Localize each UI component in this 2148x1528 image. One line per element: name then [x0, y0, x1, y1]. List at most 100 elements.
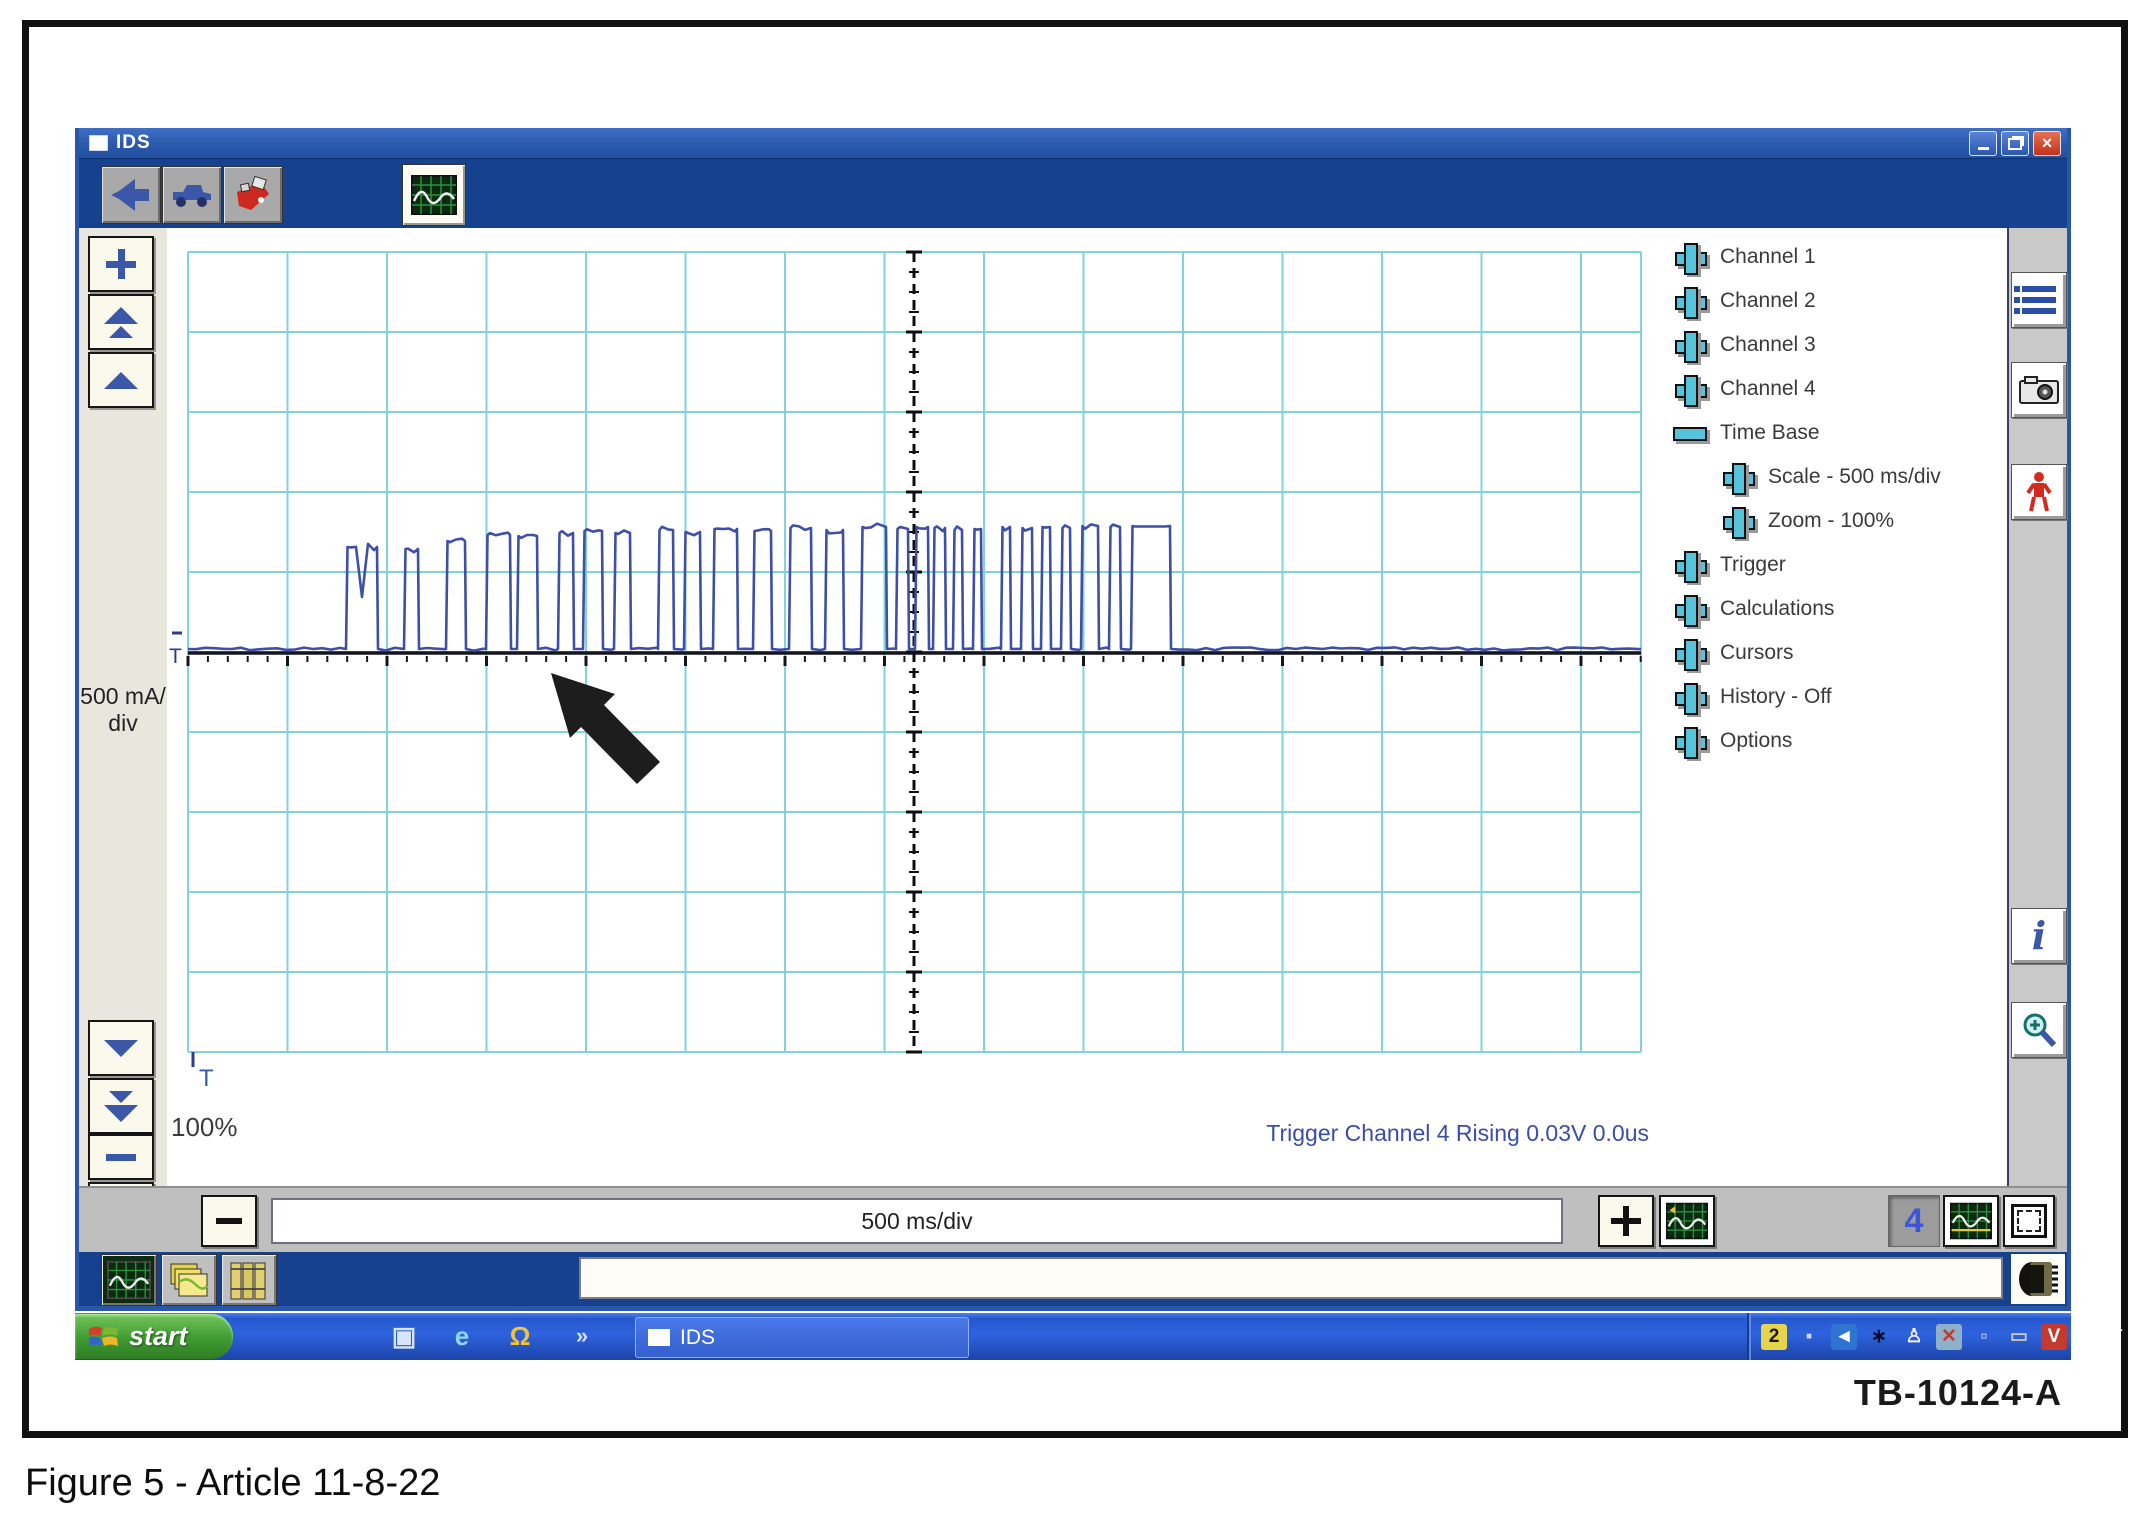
camera-button[interactable] [2011, 362, 2067, 418]
timebase-decrease-button[interactable] [201, 1195, 257, 1247]
chevron-more-icon[interactable]: » [565, 1319, 599, 1353]
start-label: start [129, 1321, 188, 1352]
sidebar-item-time-base[interactable]: Time Base [1673, 417, 2007, 448]
vertical-scale-label: 500 mA/ div [79, 683, 167, 737]
down-arrow-icon [104, 1040, 138, 1057]
ie-icon[interactable]: e [445, 1319, 479, 1353]
minus-icon [216, 1218, 242, 1224]
trigger-status-label: Trigger Channel 4 Rising 0.03V 0.0us [1266, 1120, 1649, 1147]
task-icon [648, 1329, 670, 1346]
sidebar-item-zoom-100[interactable]: Zoom - 100% [1721, 505, 2007, 536]
move-down-button[interactable] [88, 1020, 154, 1076]
svg-text:T: T [199, 1065, 214, 1092]
double-down-arrow-icon [104, 1091, 138, 1122]
toolbox-button[interactable] [223, 166, 283, 224]
sidebar-item-history-off[interactable]: History - Off [1673, 681, 2007, 712]
windows-flag-icon [87, 1321, 121, 1353]
annotation-arrow [551, 673, 660, 784]
expand-icon [1673, 726, 1707, 756]
antivirus-icon[interactable]: V [2041, 1324, 2067, 1350]
page-down-button[interactable] [88, 1078, 154, 1134]
page-up-button[interactable] [88, 294, 154, 350]
updates-icon[interactable]: 2 [1761, 1324, 1787, 1350]
capture-scope-button[interactable] [1659, 1195, 1715, 1247]
vehicle-button[interactable] [162, 166, 222, 224]
books-icon [229, 1259, 269, 1301]
timebase-scale-display: 500 ms/div [271, 1198, 1563, 1244]
zoom-percent-label: 100% [171, 1112, 238, 1143]
back-arrow-icon [109, 177, 153, 213]
sidebar-item-scale-500-ms-div[interactable]: Scale - 500 ms/div [1721, 461, 2007, 492]
top-toolbar [79, 158, 2067, 229]
oscilloscope-icon [1950, 1202, 1992, 1240]
fullscreen-grid-button[interactable] [2003, 1195, 2055, 1247]
expand-icon [1673, 594, 1707, 624]
agent-icon[interactable]: ♙ [1901, 1324, 1927, 1350]
sidebar-item-channel-4[interactable]: Channel 4 [1673, 373, 2007, 404]
oscilloscope-tab-button[interactable] [402, 164, 466, 226]
display-icon[interactable]: ▭ [2006, 1324, 2032, 1350]
expand-icon [1673, 682, 1707, 712]
reference-library-button[interactable] [221, 1254, 277, 1306]
expand-icon [1721, 462, 1755, 492]
sidebar-item-channel-3[interactable]: Channel 3 [1673, 329, 2007, 360]
sidebar-item-calculations[interactable]: Calculations [1673, 593, 2007, 624]
toolbox-icon [231, 174, 275, 216]
channel-scope-button[interactable] [1943, 1195, 1999, 1247]
network-disconnect-icon[interactable]: ✕ [1936, 1324, 1962, 1350]
vcm-device-icon [2016, 1259, 2060, 1299]
taskbar-item-ids[interactable]: IDS [635, 1317, 969, 1358]
person-icon [2026, 471, 2052, 513]
amplitude-increase-button[interactable] [88, 236, 154, 292]
restore-button[interactable] [2001, 131, 2029, 156]
window-title: IDS [116, 132, 151, 154]
sidebar-item-cursors[interactable]: Cursors [1673, 637, 2007, 668]
scope-canvas: TT [167, 228, 1659, 1186]
camera-icon [2019, 375, 2059, 405]
wireless-icon[interactable]: ◄ [1831, 1324, 1857, 1350]
bottom-toolbar [79, 1252, 2067, 1306]
expand-icon [1673, 286, 1707, 316]
oscilloscope-icon [1666, 1202, 1708, 1240]
minus-icon [106, 1154, 136, 1161]
system-tray: 2▪◄∗♙✕▫▭V 2:11 PM [1747, 1313, 2071, 1360]
oscilloscope-icon [107, 1260, 151, 1300]
saved-recordings-button[interactable] [161, 1254, 217, 1306]
lock-icon[interactable]: Ω [503, 1319, 537, 1353]
window-app-icon[interactable]: ▣ [387, 1319, 421, 1353]
menu-list-button[interactable] [2011, 272, 2067, 328]
sidebar-item-options[interactable]: Options [1673, 725, 2007, 756]
close-button[interactable]: × [2033, 131, 2061, 156]
move-up-button[interactable] [88, 352, 154, 408]
double-up-arrow-icon [104, 307, 138, 338]
expand-icon [1721, 506, 1755, 536]
start-button[interactable]: start [75, 1314, 233, 1359]
usb-icon[interactable]: ▪ [1796, 1324, 1822, 1350]
amplitude-decrease-button[interactable] [88, 1134, 154, 1180]
person-button[interactable] [2011, 464, 2067, 520]
right-button-strip: i [2009, 228, 2067, 1186]
plus-icon [1611, 1206, 1641, 1236]
clock: 2:11 PM [2082, 1311, 2123, 1363]
scope-view-button[interactable] [101, 1254, 157, 1306]
info-button[interactable]: i [2011, 908, 2067, 964]
mouse-icon[interactable]: ▫ [1971, 1324, 1997, 1350]
expand-icon [1673, 550, 1707, 580]
timebase-increase-button[interactable] [1598, 1195, 1654, 1247]
folders-icon [167, 1260, 211, 1300]
svg-text:T: T [169, 645, 182, 668]
vcm-device-button[interactable] [2011, 1254, 2065, 1304]
up-arrow-icon [104, 372, 138, 389]
scope-plot[interactable]: TT 100% Trigger Channel 4 Rising 0.03V 0… [167, 228, 1659, 1186]
expand-icon [1673, 638, 1707, 668]
sidebar-item-channel-2[interactable]: Channel 2 [1673, 285, 2007, 316]
back-button[interactable] [101, 166, 161, 224]
app-dots-icon[interactable]: ∗ [1866, 1324, 1892, 1350]
sidebar-item-channel-1[interactable]: Channel 1 [1673, 241, 2007, 272]
zoom-search-button[interactable] [2011, 1002, 2067, 1058]
sidebar-item-trigger[interactable]: Trigger [1673, 549, 2007, 580]
minimize-button[interactable] [1969, 131, 1997, 156]
oscilloscope-icon [411, 175, 457, 215]
expand-icon [1673, 242, 1707, 272]
timebase-bar: 500 ms/div 4 [79, 1186, 2067, 1254]
